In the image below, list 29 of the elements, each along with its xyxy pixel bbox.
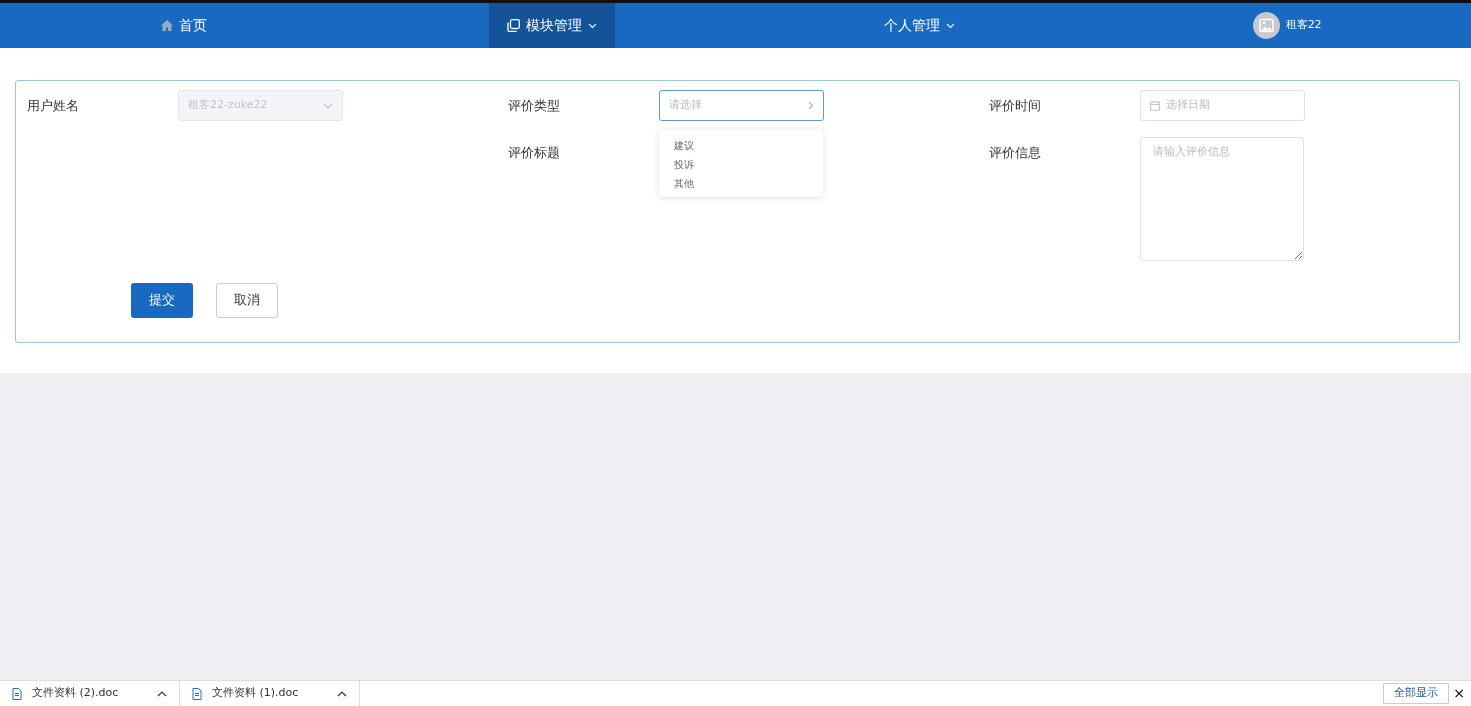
field-label: 评价标题	[508, 144, 561, 162]
calendar-icon	[1150, 100, 1160, 111]
submit-button[interactable]: 提交	[131, 282, 193, 318]
user-menu[interactable]: 租客22	[1234, 3, 1340, 48]
cancel-button[interactable]: 取消	[216, 282, 278, 318]
document-icon	[192, 687, 202, 700]
copy-icon	[506, 19, 520, 32]
file-name[interactable]: 文件资料 (2).doc	[32, 685, 147, 702]
home-icon	[160, 20, 173, 31]
dropdown-option[interactable]: 投诉	[674, 155, 823, 174]
nav-item[interactable]: 首页	[142, 3, 225, 48]
field-label: 评价时间	[989, 97, 1042, 115]
dropdown-option[interactable]: 其他	[674, 174, 823, 193]
field-label: 评价类型	[508, 97, 561, 115]
show-all-button[interactable]: 全部显示	[1383, 683, 1450, 704]
document-icon	[12, 687, 22, 700]
dropdown-option[interactable]: 建议	[674, 136, 823, 155]
avatar-icon	[1252, 12, 1280, 39]
file-name[interactable]: 文件资料 (1).doc	[212, 685, 327, 702]
close-button[interactable]: ×	[1453, 683, 1465, 704]
field-label: 用户姓名	[27, 97, 80, 115]
field-label: 评价信息	[989, 144, 1042, 162]
nav-item[interactable]: 模块管理	[488, 3, 615, 48]
message-field[interactable]: 请输入评价信息	[1140, 137, 1304, 261]
nav-item[interactable]: 个人管理	[865, 3, 973, 48]
chevron-up-icon[interactable]	[337, 690, 347, 697]
chevron-down-icon	[323, 102, 333, 109]
chevron-up-icon[interactable]	[157, 690, 167, 697]
chevron-right-icon	[808, 101, 814, 110]
